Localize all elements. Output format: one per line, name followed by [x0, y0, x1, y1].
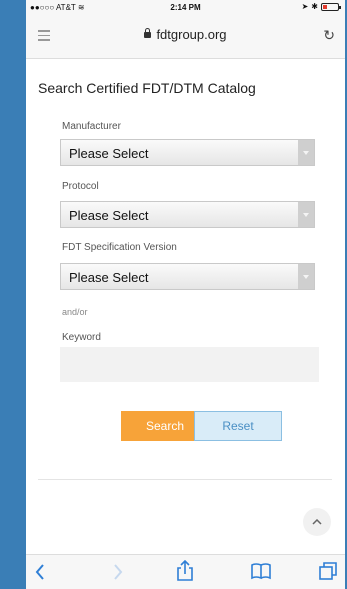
- divider: [38, 479, 332, 480]
- protocol-label: Protocol: [62, 181, 99, 192]
- manufacturer-label: Manufacturer: [62, 121, 121, 132]
- manufacturer-value: Please Select: [69, 146, 149, 161]
- scroll-to-top-button[interactable]: [303, 508, 331, 536]
- keyword-label: Keyword: [62, 332, 101, 343]
- keyword-input[interactable]: [60, 347, 319, 382]
- reset-button[interactable]: Reset: [194, 411, 282, 441]
- bluetooth-icon: ✱: [311, 2, 318, 11]
- chevron-down-icon: [298, 264, 314, 289]
- clock: 2:14 PM: [170, 3, 201, 12]
- status-bar: ●●○○○ AT&T ≋ 2:14 PM ➤ ✱: [26, 0, 345, 16]
- back-icon[interactable]: [34, 563, 46, 581]
- fdt-version-label: FDT Specification Version: [62, 242, 177, 253]
- browser-toolbar: [26, 554, 345, 589]
- manufacturer-select[interactable]: Please Select: [60, 139, 315, 166]
- battery-fill: [323, 4, 327, 9]
- lock-icon: [144, 28, 152, 38]
- bookmarks-icon[interactable]: [250, 562, 272, 580]
- chevron-down-icon: [298, 202, 314, 227]
- url-text: fdtgroup.org: [156, 27, 227, 42]
- chevron-up-icon: [312, 519, 322, 525]
- forward-icon[interactable]: [112, 563, 124, 581]
- tabs-icon[interactable]: [318, 561, 338, 581]
- share-icon[interactable]: [176, 560, 194, 582]
- protocol-value: Please Select: [69, 208, 149, 223]
- address-field[interactable]: fdtgroup.org: [26, 27, 345, 42]
- status-icons: ➤ ✱: [301, 2, 341, 11]
- chevron-down-icon: [298, 140, 314, 165]
- fdt-version-select[interactable]: Please Select: [60, 263, 315, 290]
- protocol-select[interactable]: Please Select: [60, 201, 315, 228]
- phone-screen: ●●○○○ AT&T ≋ 2:14 PM ➤ ✱ fdtgroup.org ↻ …: [26, 0, 345, 589]
- location-icon: ➤: [301, 2, 309, 11]
- browser-url-bar: fdtgroup.org ↻: [26, 16, 345, 59]
- fdt-version-value: Please Select: [69, 270, 149, 285]
- page-title: Search Certified FDT/DTM Catalog: [38, 80, 256, 96]
- battery-icon: [321, 2, 341, 11]
- and-or-text: and/or: [62, 307, 88, 317]
- page-content: Search Certified FDT/DTM Catalog Manufac…: [26, 59, 345, 554]
- reload-icon[interactable]: ↻: [323, 27, 335, 44]
